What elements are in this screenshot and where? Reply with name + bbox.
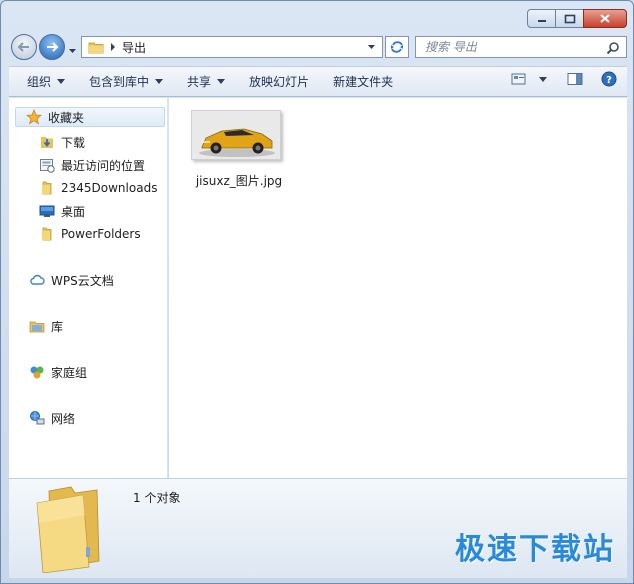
command-bar: 组织 包含到库中 共享 放映幻灯片 新建文件夹 ? [9,66,627,97]
preview-pane-icon [567,73,583,85]
minimize-icon [537,19,546,22]
sidebar-item-wps[interactable]: WPS云文档 [29,270,114,290]
maximize-icon [564,14,575,23]
sidebar-item-downloads[interactable]: 下载 [39,132,85,152]
back-button[interactable] [11,34,37,60]
close-button[interactable] [583,9,627,28]
new-folder-label: 新建文件夹 [333,75,394,89]
address-bar[interactable]: 导出 [81,36,383,58]
chevron-down-icon[interactable] [539,76,547,82]
sidebar-item-label: 最近访问的位置 [61,158,146,173]
folder-icon [88,42,104,54]
chevron-down-icon [69,49,76,53]
watermark-logo: 极速下载站 [455,532,615,567]
svg-text:?: ? [606,75,612,86]
sidebar-item-label: 下载 [61,135,86,150]
chevron-down-icon [217,79,226,84]
minimize-button[interactable] [527,9,556,28]
sidebar-item-network[interactable]: 网络 [29,408,75,428]
file-name[interactable]: jisuxz_图片.jpg [193,172,285,189]
download-folder-icon [39,134,55,150]
preview-pane-button[interactable] [567,72,583,86]
sidebar-item-label: WPS云文档 [51,273,114,288]
chevron-down-icon [57,79,66,84]
breadcrumb-arrow-icon[interactable] [110,43,116,51]
sidebar-item-label: 库 [51,319,64,334]
close-icon [600,14,610,23]
sidebar-item-2345downloads[interactable]: 2345Downloads [39,178,157,198]
sidebar-item-desktop[interactable]: 桌面 [39,201,85,221]
chevron-down-icon [155,79,164,84]
sidebar-item-library[interactable]: 库 [29,316,63,336]
sidebar-item-recent[interactable]: 最近访问的位置 [39,155,145,175]
help-icon: ? [601,71,617,87]
new-folder-button[interactable]: 新建文件夹 [324,70,402,93]
details-pane: 1 个对象 极速下载站 [9,478,627,578]
refresh-button[interactable] [385,36,409,58]
arrow-right-icon [47,42,59,52]
sidebar-item-label: PowerFolders [61,227,141,241]
folder-icon [39,226,55,242]
help-button[interactable]: ? [601,71,617,87]
address-dropdown-icon[interactable] [367,44,376,50]
change-view-button[interactable] [511,72,547,86]
search-icon[interactable] [606,41,620,55]
sidebar-item-label: 收藏夹 [48,110,85,125]
share-label: 共享 [187,75,212,89]
sidebar-item-label: 2345Downloads [61,181,158,195]
share-button[interactable]: 共享 [178,70,234,93]
view-icon [511,73,526,85]
sidebar-item-label: 网络 [51,411,76,426]
include-in-library-button[interactable]: 包含到库中 [80,70,172,93]
sidebar-item-powerfolders[interactable]: PowerFolders [39,224,141,244]
library-icon [29,318,45,334]
organize-button[interactable]: 组织 [18,70,74,93]
include-in-library-label: 包含到库中 [89,75,150,89]
recent-pages-dropdown[interactable] [68,43,77,57]
file-list[interactable]: jisuxz_图片.jpg [169,98,627,478]
sidebar-item-label: 桌面 [61,204,86,219]
cloud-icon [29,272,45,288]
forward-button[interactable] [39,34,65,60]
sidebar-item-label: 家庭组 [51,365,88,380]
item-count: 1 个对象 [133,491,181,505]
search-box[interactable] [415,36,627,58]
file-item[interactable]: jisuxz_图片.jpg [191,110,283,189]
navigation-pane: 收藏夹 下载 最近访问的位置 2345Downloads 桌面 PowerFol… [9,98,168,478]
slideshow-label: 放映幻灯片 [249,75,310,89]
refresh-icon [391,41,403,53]
sidebar-item-favorites[interactable]: 收藏夹 [15,107,165,127]
network-icon [29,410,45,426]
star-icon [26,109,42,125]
view-controls: ? [499,71,617,87]
large-folder-icon [31,485,111,576]
maximize-button[interactable] [555,9,584,28]
desktop-icon [39,203,55,219]
homegroup-icon [29,364,45,380]
image-thumbnail-icon [191,110,281,160]
slideshow-button[interactable]: 放映幻灯片 [240,70,318,93]
recent-places-icon [39,157,55,173]
search-input[interactable] [425,40,595,54]
breadcrumb-current[interactable]: 导出 [122,39,146,56]
folder-icon [39,180,55,196]
navigation-bar: 导出 [9,32,627,62]
organize-label: 组织 [27,75,52,89]
arrow-left-icon [17,42,29,52]
caption-buttons [527,9,627,28]
sidebar-item-homegroup[interactable]: 家庭组 [29,362,87,382]
explorer-window: 导出 组织 包含到库中 [0,0,634,584]
